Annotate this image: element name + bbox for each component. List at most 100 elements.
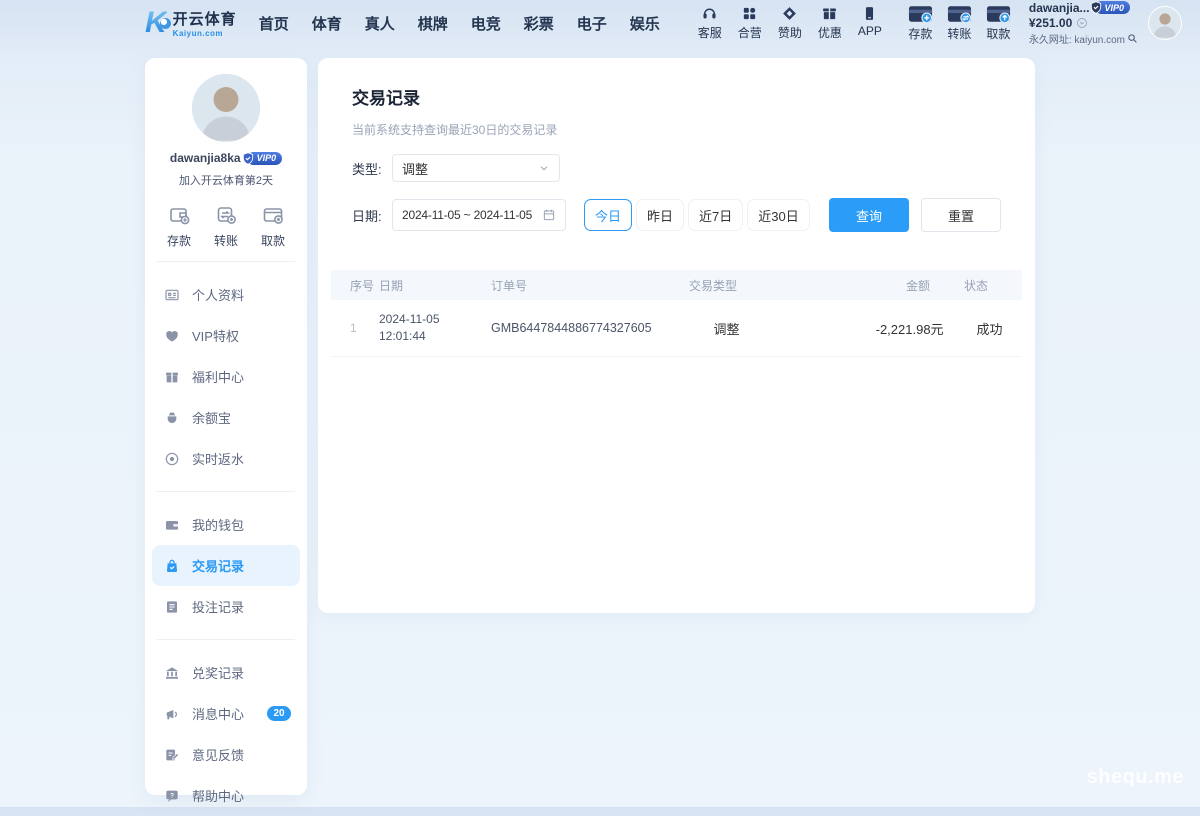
col-order: 订单号 — [491, 277, 638, 294]
sidebar-item-profile[interactable]: 个人资料 — [145, 274, 307, 315]
sidebar-item-wallet[interactable]: 我的钱包 — [145, 504, 307, 545]
profile-avatar[interactable] — [192, 74, 260, 142]
cell-index: 1 — [331, 321, 379, 335]
grid-icon — [741, 5, 758, 22]
divider — [157, 639, 295, 640]
withdraw-card-icon — [986, 4, 1011, 24]
search-icon[interactable] — [1127, 33, 1138, 44]
shield-icon — [241, 151, 255, 166]
type-filter-row: 类型: 调整 — [352, 154, 1001, 182]
prize-bank-icon — [164, 665, 180, 681]
col-amount: 金额 — [788, 277, 930, 294]
top-header: K 开云体育 Kaiyun.com 首页 体育 真人 棋牌 电竞 彩票 电子 娱… — [0, 0, 1200, 46]
range-7days-button[interactable]: 近7日 — [688, 199, 743, 231]
col-type: 交易类型 — [638, 277, 788, 294]
cell-type: 调整 — [652, 319, 802, 338]
nav-item-sports[interactable]: 体育 — [312, 13, 342, 34]
cell-date: 2024-11-05 12:01:44 — [379, 311, 491, 345]
nav-item-lottery[interactable]: 彩票 — [524, 13, 554, 34]
sidebar-item-welfare[interactable]: 福利中心 — [145, 356, 307, 397]
nav-item-home[interactable]: 首页 — [259, 13, 289, 34]
transfer-button[interactable]: 转账 — [947, 4, 972, 42]
gift-icon — [164, 369, 180, 385]
nav-item-live[interactable]: 真人 — [365, 13, 395, 34]
wallet-icon — [164, 517, 180, 533]
sidebar-quick-actions: 存款 转账 取款 — [145, 203, 307, 249]
transfer-card-icon — [947, 4, 972, 24]
cell-amount: -2,221.98元 — [802, 319, 944, 338]
calendar-icon — [542, 208, 556, 222]
balance-dropdown-icon[interactable] — [1076, 17, 1088, 29]
shield-icon — [1089, 0, 1103, 15]
transfer-exchange-icon — [214, 203, 238, 227]
sidebar-item-yuebao[interactable]: 余额宝 — [145, 397, 307, 438]
query-button[interactable]: 查询 — [829, 198, 909, 232]
date-range-value: 2024-11-05 ~ 2024-11-05 — [402, 208, 542, 222]
deposit-wallet-icon — [167, 203, 191, 227]
date-label: 日期: — [352, 206, 392, 225]
permanent-url-label: 永久网址: kaiyun.com — [1029, 31, 1125, 46]
nav-item-slots[interactable]: 电子 — [577, 13, 607, 34]
deposit-card-icon — [908, 4, 933, 24]
profile-vip-badge[interactable]: VIP0 — [247, 152, 283, 165]
range-30days-button[interactable]: 近30日 — [747, 199, 809, 231]
chevron-down-icon — [538, 162, 550, 174]
transaction-bag-icon — [164, 558, 180, 574]
money-pot-icon — [164, 410, 180, 426]
filter-actions: 查询 重置 — [829, 198, 1001, 232]
logo-text: 开云体育 Kaiyun.com — [173, 8, 237, 38]
sidebar-item-transactions[interactable]: 交易记录 — [152, 545, 300, 586]
partnership-link[interactable]: 合营 — [738, 5, 762, 41]
sidebar-item-bets[interactable]: 投注记录 — [145, 586, 307, 627]
table-header-row: 序号 日期 订单号 交易类型 金额 状态 — [331, 270, 1022, 300]
app-download-link[interactable]: APP — [858, 5, 882, 41]
balance-amount: ¥251.00 — [1029, 16, 1072, 30]
megaphone-icon — [164, 706, 180, 722]
cell-status: 成功 — [944, 319, 1036, 338]
join-days-text: 加入开云体育第2天 — [145, 172, 307, 188]
sponsor-link[interactable]: 赞助 — [778, 5, 802, 41]
table-row: 1 2024-11-05 12:01:44 GMB644784488677432… — [331, 300, 1022, 357]
sidebar-item-prizes[interactable]: 兑奖记录 — [145, 652, 307, 693]
header-wallet-links: 存款 转账 取款 — [908, 4, 1011, 42]
sidebar-item-rebate[interactable]: 实时返水 — [145, 438, 307, 479]
nav-item-chess[interactable]: 棋牌 — [418, 13, 448, 34]
type-select[interactable]: 调整 — [392, 154, 560, 182]
col-date: 日期 — [379, 277, 491, 294]
sidebar-item-feedback[interactable]: 意见反馈 — [145, 734, 307, 775]
withdraw-button[interactable]: 取款 — [986, 4, 1011, 42]
sidebar-item-messages[interactable]: 消息中心 20 — [145, 693, 307, 734]
diamond-icon — [781, 5, 798, 22]
sidebar-transfer-button[interactable]: 转账 — [214, 203, 238, 249]
page-subtitle: 当前系统支持查询最近30日的交易记录 — [352, 121, 1001, 138]
user-info: dawanjia... VIP0 ¥251.00 永久网址: kaiyun.co… — [1029, 1, 1138, 46]
main-nav: 首页 体育 真人 棋牌 电竞 彩票 电子 娱乐 — [259, 13, 660, 34]
range-yesterday-button[interactable]: 昨日 — [636, 199, 684, 231]
brand-logo[interactable]: K 开云体育 Kaiyun.com — [145, 8, 237, 38]
logo-k-icon: K — [145, 8, 167, 38]
promotions-link[interactable]: 优惠 — [818, 5, 842, 41]
gift-icon — [821, 5, 838, 22]
transactions-table: 序号 日期 订单号 交易类型 金额 状态 1 2024-11-05 12:01:… — [331, 270, 1022, 357]
nav-item-entertainment[interactable]: 娱乐 — [630, 13, 660, 34]
date-range-input[interactable]: 2024-11-05 ~ 2024-11-05 — [392, 199, 566, 231]
rebate-circle-icon — [164, 451, 180, 467]
heart-shield-icon — [164, 328, 180, 344]
nav-item-esports[interactable]: 电竞 — [471, 13, 501, 34]
profile-username: dawanjia8ka — [170, 151, 241, 165]
watermark: shequ.me — [1087, 766, 1184, 789]
type-select-value: 调整 — [402, 159, 538, 178]
sidebar-item-vip[interactable]: VIP特权 — [145, 315, 307, 356]
header-avatar[interactable] — [1148, 6, 1182, 40]
headset-icon — [701, 5, 718, 22]
sidebar-deposit-button[interactable]: 存款 — [167, 203, 191, 249]
sidebar-withdraw-button[interactable]: 取款 — [261, 203, 285, 249]
customer-service-link[interactable]: 客服 — [698, 5, 722, 41]
deposit-button[interactable]: 存款 — [908, 4, 933, 42]
feedback-pencil-icon — [164, 747, 180, 763]
transaction-records-panel: 交易记录 当前系统支持查询最近30日的交易记录 类型: 调整 日期: 2024-… — [318, 58, 1035, 613]
sidebar-item-help[interactable]: ? 帮助中心 — [145, 775, 307, 816]
header-quick-links: 客服 合营 赞助 优惠 APP — [698, 5, 882, 41]
range-today-button[interactable]: 今日 — [584, 199, 632, 231]
reset-button[interactable]: 重置 — [921, 198, 1001, 232]
